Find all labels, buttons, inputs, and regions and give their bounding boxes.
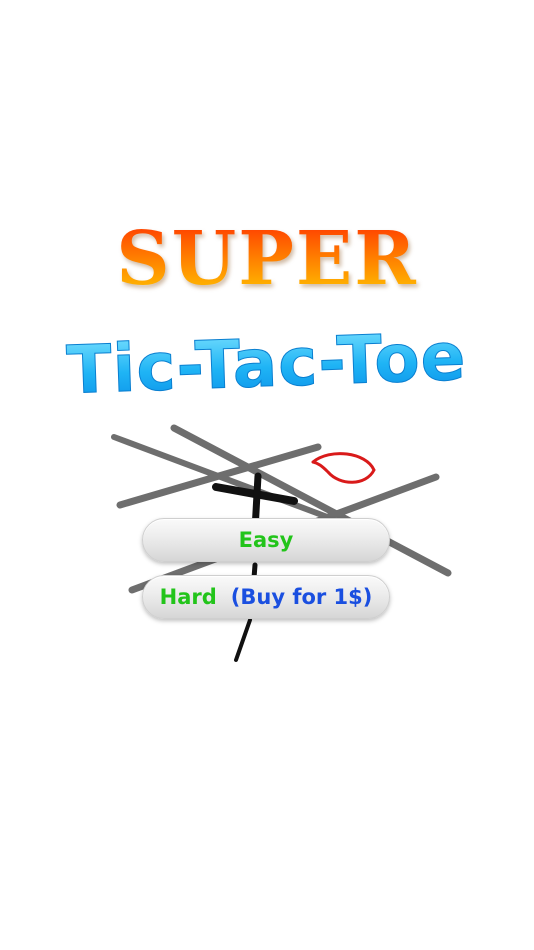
main-menu-screen: SUPER Tic-Tac-Toe Easy Hard (Buy for 1$) — [0, 0, 534, 950]
easy-button-label: Easy — [238, 528, 294, 552]
hard-button[interactable]: Hard (Buy for 1$) — [142, 575, 390, 619]
title-super: SUPER — [0, 222, 534, 296]
x-mark-icon — [212, 472, 298, 662]
hard-button-label: Hard — [159, 585, 217, 609]
board-sketch-icon — [111, 424, 452, 662]
easy-button[interactable]: Easy — [142, 518, 390, 562]
board-line — [116, 443, 322, 509]
title-line2-text: Tic-Tac-Toe — [65, 318, 467, 409]
hard-button-price: (Buy for 1$) — [230, 585, 373, 609]
title-tic-tac-toe: Tic-Tac-Toe — [0, 318, 534, 428]
board-line — [111, 434, 333, 521]
o-mark-icon — [311, 452, 376, 484]
